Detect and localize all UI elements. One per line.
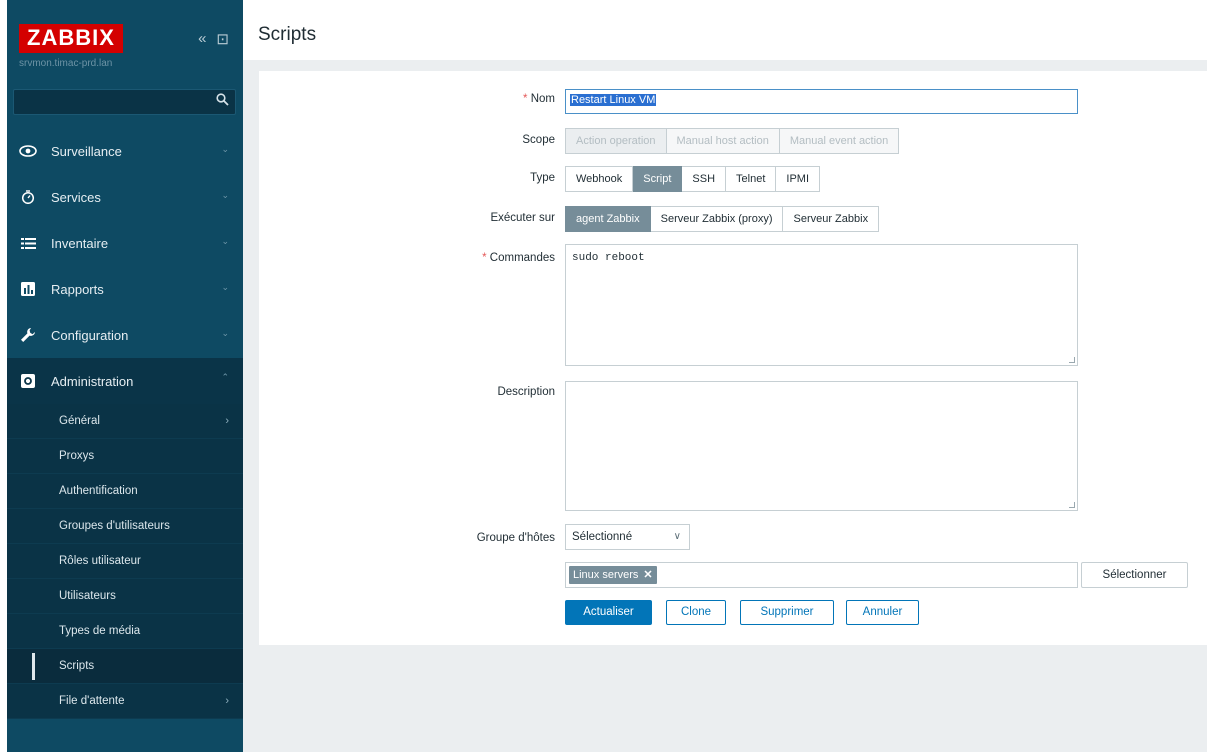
sidebar: ZABBIX « ⊡ srvmon.timac-prd.lan Surveill… (7, 0, 243, 752)
menu-item-label: Inventaire (51, 235, 109, 251)
menu-item-administration[interactable]: Administration ⌃ (7, 358, 243, 404)
execute-on-option-server-proxy[interactable]: Serveur Zabbix (proxy) (650, 206, 784, 232)
chart-icon (19, 280, 37, 298)
resize-handle-icon[interactable] (1069, 357, 1075, 363)
submenu-item-label: Scripts (59, 660, 95, 672)
select-host-group-button[interactable]: Sélectionner (1081, 562, 1188, 588)
host-group-chip: Linux servers ✕ (569, 566, 657, 584)
host-group-multiselect[interactable]: Linux servers ✕ (565, 562, 1078, 588)
sidebar-header: ZABBIX « ⊡ srvmon.timac-prd.lan (7, 0, 243, 98)
scope-option-manual-event-action: Manual event action (779, 128, 900, 154)
submenu-item-proxys[interactable]: Proxys (7, 439, 243, 474)
submenu-item-scripts[interactable]: Scripts (7, 649, 243, 684)
chevron-down-icon: ⌄ (221, 236, 229, 246)
eye-icon (19, 142, 37, 160)
update-button[interactable]: Actualiser (565, 600, 652, 625)
list-icon (19, 234, 37, 252)
zabbix-logo[interactable]: ZABBIX (19, 24, 123, 53)
menu-item-configuration[interactable]: Configuration ⌄ (7, 312, 243, 358)
type-label: Type (530, 172, 555, 184)
submenu-item-label: Groupes d'utilisateurs (59, 520, 170, 532)
submenu-item-queue[interactable]: File d'attente › (7, 684, 243, 719)
execute-on-label: Exécuter sur (490, 212, 555, 224)
type-option-script[interactable]: Script (633, 166, 683, 192)
description-label: Description (497, 386, 555, 398)
chevron-right-icon: › (225, 415, 229, 427)
main-menu: Surveillance ⌄ Services ⌄ Inventaire ⌄ R… (7, 128, 243, 719)
required-marker: * (523, 93, 531, 105)
menu-item-label: Surveillance (51, 143, 122, 159)
required-marker: * (482, 252, 490, 264)
execute-on-segmented-control: agent Zabbix Serveur Zabbix (proxy) Serv… (565, 206, 880, 232)
submenu-item-label: Types de média (59, 625, 141, 637)
menu-item-label: Rapports (51, 281, 104, 297)
commands-label: * Commandes (482, 252, 555, 264)
administration-submenu: Général › Proxys Authentification Groupe… (7, 404, 243, 719)
submenu-item-label: Rôles utilisateur (59, 555, 141, 567)
type-segmented-control: Webhook Script SSH Telnet IPMI (565, 166, 821, 192)
submenu-item-user-groups[interactable]: Groupes d'utilisateurs (7, 509, 243, 544)
type-option-telnet[interactable]: Telnet (726, 166, 777, 192)
scope-option-action-operation: Action operation (565, 128, 667, 154)
menu-item-label: Services (51, 189, 101, 205)
sidebar-search-input[interactable] (13, 89, 236, 115)
submenu-item-label: Proxys (59, 450, 95, 462)
chevron-down-icon: ⌄ (221, 282, 229, 292)
menu-item-label: Administration (51, 373, 134, 389)
clock-icon (19, 188, 37, 206)
menu-item-inventaire[interactable]: Inventaire ⌄ (7, 220, 243, 266)
page-title: Scripts (258, 24, 317, 45)
name-label: * Nom (523, 93, 555, 105)
remove-chip-icon[interactable]: ✕ (643, 569, 652, 581)
submenu-item-media-types[interactable]: Types de média (7, 614, 243, 649)
sidebar-controls: « ⊡ (198, 30, 229, 48)
menu-item-rapports[interactable]: Rapports ⌄ (7, 266, 243, 312)
submenu-item-general[interactable]: Général › (7, 404, 243, 439)
scope-label: Scope (522, 134, 555, 146)
chevron-right-icon: › (225, 695, 229, 707)
scope-segmented-control: Action operation Manual host action Manu… (565, 128, 900, 154)
submenu-item-authentification[interactable]: Authentification (7, 474, 243, 509)
wrench-icon (19, 326, 37, 344)
chevron-down-icon: ⌄ (221, 144, 229, 154)
host-group-select[interactable]: Sélectionné ∨ (565, 524, 690, 550)
server-name: srvmon.timac-prd.lan (19, 58, 113, 69)
submenu-item-label: Général (59, 415, 100, 427)
chevron-up-icon: ⌃ (221, 372, 229, 382)
gear-icon (19, 372, 37, 390)
commands-textarea[interactable]: sudo reboot (565, 244, 1078, 366)
commands-value: sudo reboot (572, 252, 645, 264)
script-form: * Nom Restart Linux VM Scope Action oper… (259, 71, 1207, 645)
host-group-label: Groupe d'hôtes (476, 532, 555, 544)
menu-item-surveillance[interactable]: Surveillance ⌄ (7, 128, 243, 174)
menu-item-services[interactable]: Services ⌄ (7, 174, 243, 220)
execute-on-option-agent[interactable]: agent Zabbix (565, 206, 651, 232)
kiosk-mode-icon[interactable]: ⊡ (216, 30, 229, 48)
menu-item-label: Configuration (51, 327, 129, 343)
cancel-button[interactable]: Annuler (846, 600, 919, 625)
name-input[interactable]: Restart Linux VM (565, 89, 1078, 114)
execute-on-option-server[interactable]: Serveur Zabbix (783, 206, 880, 232)
submenu-item-label: Utilisateurs (59, 590, 116, 602)
resize-handle-icon[interactable] (1069, 502, 1075, 508)
submenu-item-label: File d'attente (59, 695, 125, 707)
submenu-item-user-roles[interactable]: Rôles utilisateur (7, 544, 243, 579)
delete-button[interactable]: Supprimer (740, 600, 834, 625)
host-group-chip-label: Linux servers (573, 569, 639, 581)
chevron-down-icon: ⌄ (221, 190, 229, 200)
collapse-sidebar-icon[interactable]: « (198, 30, 206, 48)
name-input-value: Restart Linux VM (570, 94, 657, 106)
clone-button[interactable]: Clone (666, 600, 726, 625)
search-icon[interactable] (216, 93, 229, 109)
type-option-ssh[interactable]: SSH (682, 166, 727, 192)
type-option-ipmi[interactable]: IPMI (776, 166, 821, 192)
submenu-item-label: Authentification (59, 485, 138, 497)
description-textarea[interactable] (565, 381, 1078, 511)
scope-option-manual-host-action: Manual host action (666, 128, 780, 154)
submenu-item-users[interactable]: Utilisateurs (7, 579, 243, 614)
host-group-selected-value: Sélectionné (572, 531, 633, 543)
type-option-webhook[interactable]: Webhook (565, 166, 634, 192)
chevron-down-icon: ⌄ (221, 328, 229, 338)
chevron-down-icon: ∨ (673, 531, 681, 542)
